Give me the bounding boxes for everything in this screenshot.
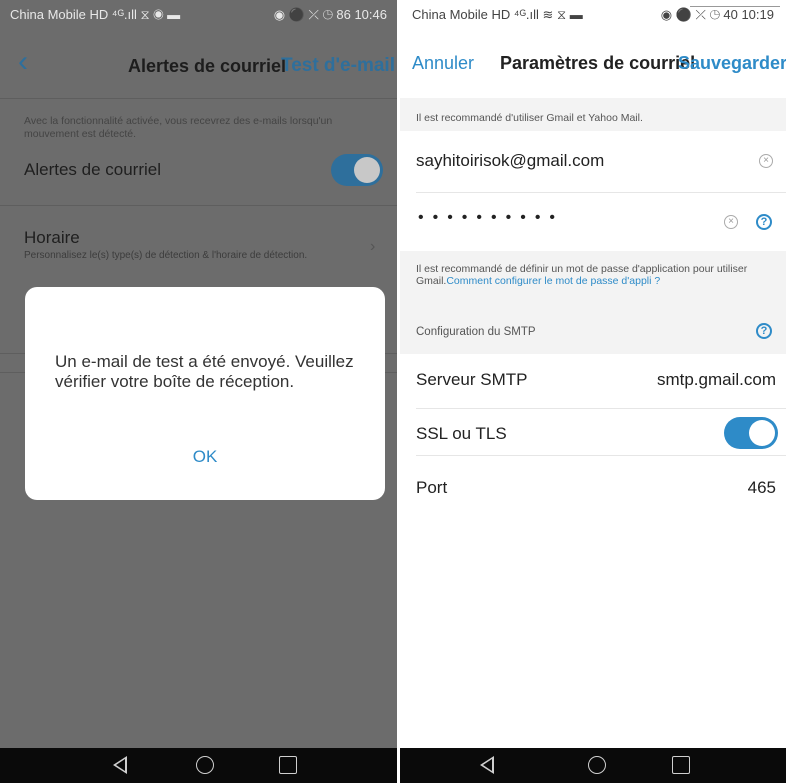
save-button[interactable]: Sauvegarder	[678, 53, 786, 74]
email-field[interactable]: sayhitoirisok@gmail.com	[416, 151, 604, 171]
feature-description: Avec la fonctionnalité activée, vous rec…	[24, 115, 333, 140]
clock: 10:19	[741, 7, 774, 22]
status-icons: HD ⁴ᴳ.ıll ⧖ ◉ ▬	[89, 7, 181, 22]
email-alerts-toggle[interactable]	[331, 154, 383, 186]
status-right-icons: ◉ ⚫ ⤫ ◷ 86	[273, 7, 351, 22]
port-label: Port	[416, 478, 448, 497]
ssl-tls-label: SSL ou TLS	[416, 424, 507, 443]
smtp-server-row[interactable]: Serveur SMTP smtp.gmail.com	[400, 354, 786, 408]
toggle-knob	[354, 157, 380, 183]
clear-icon[interactable]: ×	[724, 215, 738, 229]
square-recent-icon[interactable]	[672, 756, 690, 774]
status-bar: China Mobile HD ⁴ᴳ.ıll ⧖ ◉ ▬ ◉ ⚫ ⤫ ◷ 86 …	[0, 0, 397, 30]
hint-section: Il est recommandé de définir un mot de p…	[400, 251, 786, 309]
test-email-button[interactable]: Test d'e-mail	[281, 55, 395, 77]
chevron-left-icon[interactable]: ‹	[18, 47, 28, 77]
help-icon[interactable]: ?	[756, 214, 772, 230]
carrier-label: China Mobile	[10, 7, 86, 22]
schedule-label[interactable]: Horaire	[24, 228, 80, 248]
ok-button[interactable]: OK	[25, 447, 385, 467]
status-right-icons: ◉ ⚫ ⤫ ◷ 40	[660, 7, 738, 22]
nav-bar: Annuler Paramètres de courriel Sauvegard…	[400, 44, 786, 84]
divider	[0, 205, 397, 206]
test-email-dialog: Un e-mail de test a été envoyé. Veuillez…	[25, 287, 385, 500]
app-password-help-link[interactable]: Comment configurer le mot de passe d'app…	[446, 275, 660, 287]
screenshot-pair: China Mobile HD ⁴ᴳ.ıll ⧖ ◉ ▬ ◉ ⚫ ⤫ ◷ 86 …	[0, 0, 786, 783]
smtp-server-label: Serveur SMTP	[416, 370, 528, 389]
triangle-back-icon[interactable]	[113, 756, 127, 774]
system-navigation	[400, 748, 786, 783]
page-title: Alertes de courriel	[128, 56, 287, 76]
square-recent-icon[interactable]	[279, 756, 297, 774]
smtp-section-header: Configuration du SMTP ?	[400, 309, 786, 354]
password-field[interactable]: ••••••••••	[418, 209, 564, 227]
ssl-tls-toggle[interactable]	[724, 417, 778, 449]
status-bar: China Mobile HD ⁴ᴳ.ıll ≋ ⧖ ▬ ◉ ⚫ ⤫ ◷ 40 …	[400, 0, 786, 30]
help-icon[interactable]: ?	[756, 323, 772, 339]
email-alerts-label: Alertes de courriel	[24, 160, 162, 179]
cancel-button[interactable]: Annuler	[412, 53, 474, 74]
carrier-label: China Mobile	[412, 7, 488, 22]
nav-bar: ‹ Alertes de courriel Test d'e-mail	[0, 44, 397, 84]
system-navigation	[0, 748, 397, 783]
triangle-back-icon[interactable]	[480, 756, 494, 774]
port-value[interactable]: 465	[748, 478, 776, 498]
page-title: Paramètres de courriel	[500, 53, 696, 73]
email-row: sayhitoirisok@gmail.com ×	[400, 131, 786, 193]
circle-home-icon[interactable]	[588, 756, 606, 774]
section-header: Il est recommandé d'utiliser Gmail et Ya…	[400, 98, 786, 131]
smtp-server-value[interactable]: smtp.gmail.com	[657, 370, 776, 390]
clock: 10:46	[354, 7, 387, 22]
port-row[interactable]: Port 465	[400, 456, 786, 516]
divider	[0, 98, 397, 99]
recommendation-hint: Il est recommandé d'utiliser Gmail et Ya…	[416, 112, 643, 124]
dialog-message: Un e-mail de test a été envoyé. Veuillez…	[55, 352, 354, 391]
clear-icon[interactable]: ×	[759, 154, 773, 168]
smtp-section-title: Configuration du SMTP	[416, 326, 536, 338]
chevron-right-icon[interactable]: ›	[370, 238, 375, 256]
toggle-knob	[749, 420, 775, 446]
status-icons: HD ⁴ᴳ.ıll ≋ ⧖ ▬	[491, 7, 583, 22]
circle-home-icon[interactable]	[196, 756, 214, 774]
email-alerts-screen: China Mobile HD ⁴ᴳ.ıll ⧖ ◉ ▬ ◉ ⚫ ⤫ ◷ 86 …	[0, 0, 397, 783]
schedule-subtitle: Personnalisez le(s) type(s) de détection…	[24, 250, 308, 261]
email-settings-screen: China Mobile HD ⁴ᴳ.ıll ≋ ⧖ ▬ ◉ ⚫ ⤫ ◷ 40 …	[400, 0, 786, 783]
app-password-hint: Il est recommandé de définir un mot de p…	[416, 263, 776, 287]
